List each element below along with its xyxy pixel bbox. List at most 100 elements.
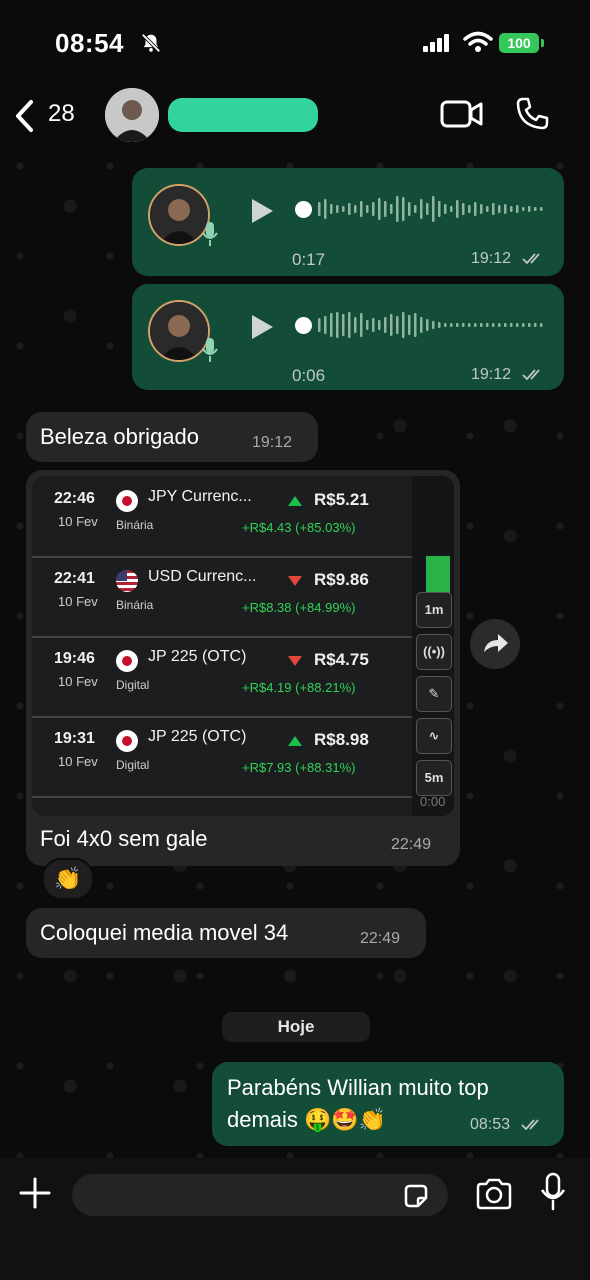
trade-type: Binária bbox=[116, 598, 154, 612]
chat-header: 28 Willian ~M... bbox=[0, 88, 590, 146]
voice-duration: 0:06 bbox=[292, 366, 326, 385]
sticker-icon[interactable] bbox=[402, 1182, 430, 1210]
message-text: Beleza obrigado bbox=[40, 424, 200, 449]
sender-avatar-image bbox=[150, 186, 208, 244]
trade-time: 22:46 bbox=[54, 490, 95, 507]
japan-flag-icon bbox=[116, 650, 138, 672]
read-ticks-icon bbox=[520, 1119, 539, 1131]
status-bar: 08:54 100 bbox=[0, 0, 590, 88]
waveform bbox=[318, 196, 543, 222]
arrow-up-icon bbox=[288, 496, 302, 506]
trade-time: 19:31 bbox=[54, 730, 95, 747]
microphone-icon bbox=[202, 222, 218, 246]
chart-tool-button[interactable]: 5m bbox=[416, 760, 452, 796]
chart-tool-button[interactable]: 1m bbox=[416, 592, 452, 628]
cellular-signal-icon bbox=[423, 34, 449, 52]
trade-amount: R$8.98 bbox=[314, 730, 369, 749]
video-camera-icon[interactable] bbox=[440, 98, 484, 130]
phone-icon[interactable] bbox=[514, 96, 550, 132]
message-time: 22:49 bbox=[360, 930, 401, 947]
forward-icon[interactable] bbox=[470, 619, 520, 669]
trade-amount: R$4.75 bbox=[314, 650, 369, 669]
trade-list: 22:46 10 Fev JPY Currenc... Binária R$5.21 +R… bbox=[32, 476, 412, 816]
battery-tip bbox=[541, 39, 544, 47]
message-time: 19:12 bbox=[471, 250, 546, 268]
trade-type: Binária bbox=[116, 518, 154, 532]
composer-bar bbox=[0, 1158, 590, 1280]
trade-row: 19:31 10 Fev JP 225 (OTC) Digital R$8.98 +R$7… bbox=[32, 716, 412, 798]
microphone-icon bbox=[202, 338, 218, 362]
trade-date: 10 Fev bbox=[58, 594, 98, 609]
trade-row: 19:46 10 Fev JP 225 (OTC) Digital R$4.75 +R$4… bbox=[32, 636, 412, 718]
trade-row: 22:41 10 Fev USD Currenc... Binária R$9.86 +R… bbox=[32, 556, 412, 638]
trade-amount: R$9.86 bbox=[314, 570, 369, 589]
status-time: 08:54 bbox=[55, 28, 124, 58]
message-time: 08:53 bbox=[470, 1116, 545, 1134]
chart-tool-button[interactable]: ✎ bbox=[416, 676, 452, 712]
trade-row: 22:46 10 Fev JPY Currenc... Binária R$5.21 +R… bbox=[32, 476, 412, 558]
trade-asset: JPY Currenc... bbox=[148, 488, 252, 505]
outgoing-message[interactable]: Parabéns Willian muito top demais 🤑🤩👏 08… bbox=[212, 1062, 564, 1146]
chart-tool-button[interactable]: ((•)) bbox=[416, 634, 452, 670]
reaction-badge[interactable]: 👏 bbox=[42, 858, 94, 900]
bell-muted-icon bbox=[141, 33, 161, 53]
arrow-down-icon bbox=[288, 576, 302, 586]
contact-avatar-image bbox=[105, 88, 159, 142]
arrow-up-icon bbox=[288, 736, 302, 746]
plus-icon[interactable] bbox=[18, 1176, 52, 1210]
sender-avatar-image bbox=[150, 302, 208, 360]
trade-profit: +R$4.19 (+88.21%) bbox=[242, 680, 356, 695]
read-ticks-icon bbox=[521, 369, 540, 381]
arrow-down-icon bbox=[288, 656, 302, 666]
waveform bbox=[318, 312, 543, 338]
chart-tool-button[interactable]: ∿ bbox=[416, 718, 452, 754]
trade-time: 19:46 bbox=[54, 650, 95, 667]
trade-profit: +R$7.93 (+88.31%) bbox=[242, 760, 356, 775]
microphone-icon[interactable] bbox=[540, 1172, 566, 1212]
trade-type: Digital bbox=[116, 678, 150, 692]
image-message[interactable]: 22:46 10 Fev JPY Currenc... Binária R$5.21 +R… bbox=[26, 470, 460, 866]
trade-type: Digital bbox=[116, 758, 150, 772]
side-footer: 0:00 bbox=[420, 794, 446, 809]
trade-time: 22:41 bbox=[54, 570, 95, 587]
trade-asset: JP 225 (OTC) bbox=[148, 728, 247, 745]
chevron-left-icon[interactable] bbox=[12, 98, 38, 134]
trade-profit: +R$4.43 (+85.03%) bbox=[242, 520, 356, 535]
message-text: Coloquei media movel 34 bbox=[40, 920, 289, 945]
message-input[interactable] bbox=[72, 1174, 448, 1216]
voice-message[interactable]: 0:17 19:12 bbox=[132, 168, 564, 276]
chat-area[interactable]: 0:17 19:12 0:06 19:12 Beleza obrigado 19… bbox=[0, 146, 590, 1158]
read-ticks-icon bbox=[521, 253, 540, 265]
trade-history-screenshot[interactable]: 22:46 10 Fev JPY Currenc... Binária R$5.21 +R… bbox=[32, 476, 454, 816]
message-time: 19:12 bbox=[471, 366, 546, 384]
playback-handle[interactable] bbox=[295, 317, 312, 334]
play-icon[interactable] bbox=[249, 198, 275, 224]
name-redaction bbox=[168, 98, 318, 132]
sender-avatar bbox=[148, 184, 210, 246]
trade-asset: JP 225 (OTC) bbox=[148, 648, 247, 665]
trade-asset: USD Currenc... bbox=[148, 568, 257, 585]
image-caption: Foi 4x0 sem gale bbox=[40, 826, 208, 851]
date-separator: Hoje bbox=[222, 1012, 370, 1042]
japan-flag-icon bbox=[116, 490, 138, 512]
voice-message[interactable]: 0:06 19:12 bbox=[132, 284, 564, 390]
incoming-message[interactable]: Coloquei media movel 34 22:49 bbox=[26, 908, 426, 958]
trade-profit: +R$8.38 (+84.99%) bbox=[242, 600, 356, 615]
unread-count[interactable]: 28 bbox=[48, 100, 75, 128]
trade-date: 10 Fev bbox=[58, 674, 98, 689]
incoming-message[interactable]: Beleza obrigado 19:12 bbox=[26, 412, 318, 462]
trade-date: 10 Fev bbox=[58, 754, 98, 769]
play-icon[interactable] bbox=[249, 314, 275, 340]
trade-date: 10 Fev bbox=[58, 514, 98, 529]
camera-icon[interactable] bbox=[475, 1178, 513, 1210]
battery-indicator: 100 bbox=[499, 33, 539, 53]
trade-amount: R$5.21 bbox=[314, 490, 369, 509]
wifi-icon bbox=[463, 31, 493, 52]
message-time: 22:49 bbox=[391, 836, 432, 853]
usa-flag-icon bbox=[116, 570, 138, 592]
contact-avatar[interactable] bbox=[105, 88, 159, 142]
message-time: 19:12 bbox=[252, 434, 293, 451]
japan-flag-icon bbox=[116, 730, 138, 752]
voice-duration: 0:17 bbox=[292, 250, 326, 269]
playback-handle[interactable] bbox=[295, 201, 312, 218]
